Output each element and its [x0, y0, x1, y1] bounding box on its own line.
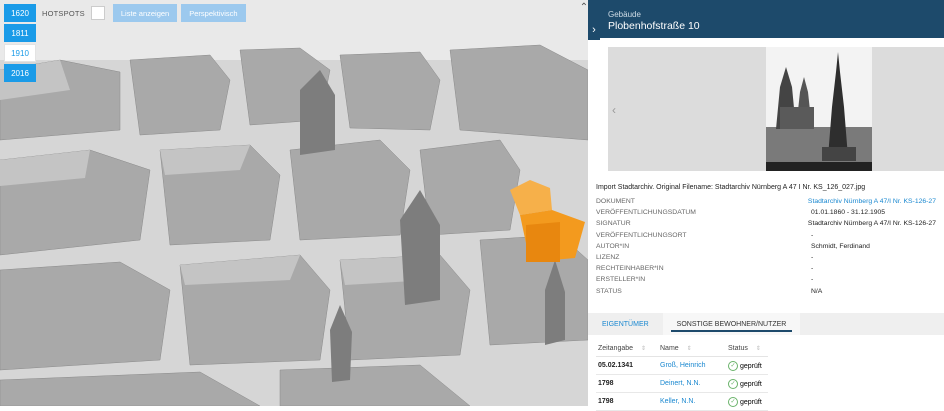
- detail-row: STATUS N/A: [596, 286, 936, 297]
- detail-row: VERÖFFENTLICHUNGSORT -: [596, 230, 936, 241]
- check-circle-icon: ✓: [728, 378, 738, 389]
- detail-key: ERSTELLER*IN: [596, 276, 646, 284]
- detail-row: VERÖFFENTLICHUNGSDATUM 01.01.1860 - 31.1…: [596, 207, 936, 218]
- column-header-zeitangabe[interactable]: Zeitangabe ⇕: [596, 340, 658, 357]
- status-text: geprüft: [740, 362, 762, 370]
- table-header-row: Zeitangabe ⇕ Name ⇕ Status ⇕: [596, 340, 768, 357]
- name-link[interactable]: Keller, N.N.: [658, 392, 726, 411]
- table-row: 1798 Deinert, N.N. ✓ geprüft: [596, 374, 768, 393]
- status-cell: ✓ geprüft: [726, 356, 768, 375]
- detail-key: STATUS: [596, 287, 622, 295]
- column-header-name[interactable]: Name ⇕: [658, 340, 726, 357]
- status-cell: ✓ geprüft: [726, 374, 768, 393]
- chevron-right-icon[interactable]: ›: [588, 20, 600, 40]
- info-panel: Gebäude Plobenhofstraße 10 › ‹ Import St…: [588, 0, 944, 411]
- zeitangabe-cell: 05.02.1341: [596, 356, 658, 375]
- show-list-button[interactable]: Liste anzeigen: [112, 4, 178, 22]
- detail-key: DOKUMENT: [596, 198, 635, 206]
- panel-subtitle: Gebäude: [608, 10, 641, 19]
- detail-row: ERSTELLER*IN -: [596, 274, 936, 285]
- map-toolbar: HOTSPOTS Liste anzeigen Perspektivisch: [42, 4, 246, 22]
- status-cell: ✓ geprüft: [726, 392, 768, 411]
- sort-icon[interactable]: ⇕: [756, 346, 761, 352]
- city-model[interactable]: [0, 0, 588, 406]
- detail-row: LIZENZ -: [596, 252, 936, 263]
- sort-icon[interactable]: ⇕: [687, 346, 692, 352]
- panel-title: Plobenhofstraße 10: [608, 20, 700, 32]
- detail-key: AUTOR*IN: [596, 242, 630, 250]
- detail-value: -: [811, 265, 814, 273]
- document-details: DOKUMENT Stadtarchiv Nürnberg A 47/I Nr.…: [596, 196, 936, 297]
- table-row: 05.02.1341 Groß, Heinrich ✓ geprüft: [596, 356, 768, 375]
- status-text: geprüft: [740, 380, 762, 388]
- detail-row: AUTOR*IN Schmidt, Ferdinand: [596, 241, 936, 252]
- detail-value: -: [811, 254, 814, 262]
- residents-table: Zeitangabe ⇕ Name ⇕ Status ⇕ 05.02.1341 Gro…: [596, 340, 768, 411]
- zeitangabe-cell: 1798: [596, 374, 658, 393]
- city-3d-view[interactable]: 1620 1811 1910 2016 HOTSPOTS Liste anzei…: [0, 0, 588, 406]
- document-link[interactable]: Stadtarchiv Nürnberg A 47/I Nr. KS-126-2…: [808, 198, 936, 205]
- detail-value: Stadtarchiv Nürnberg A 47/I Nr. KS-126-2…: [807, 220, 936, 228]
- check-circle-icon: ✓: [728, 360, 738, 371]
- name-link[interactable]: Deinert, N.N.: [658, 374, 726, 393]
- image-gallery[interactable]: ‹: [608, 47, 944, 171]
- sort-icon[interactable]: ⇕: [641, 346, 646, 352]
- year-1811-button[interactable]: 1811: [4, 24, 36, 42]
- chevron-up-icon[interactable]: ⌃: [578, 2, 588, 13]
- detail-value: 01.01.1860 - 31.12.1905: [811, 209, 886, 217]
- detail-key: SIGNATUR: [596, 220, 631, 228]
- detail-value: -: [811, 231, 814, 239]
- detail-key: RECHTEINHABER*IN: [596, 265, 664, 273]
- detail-value: N/A: [811, 287, 823, 295]
- panel-header: Gebäude Plobenhofstraße 10 ›: [588, 0, 944, 40]
- zeitangabe-cell: 1798: [596, 392, 658, 411]
- detail-key: VERÖFFENTLICHUNGSORT: [596, 231, 687, 239]
- detail-row: SIGNATUR Stadtarchiv Nürnberg A 47/I Nr.…: [596, 218, 936, 229]
- table-row: 1798 Keller, N.N. ✓ geprüft: [596, 392, 768, 411]
- historic-photo: [766, 47, 872, 171]
- detail-key: VERÖFFENTLICHUNGSDATUM: [596, 209, 696, 217]
- perspective-button[interactable]: Perspektivisch: [181, 4, 246, 22]
- tab-sonstige-bewohner[interactable]: SONSTIGE BEWOHNER/NUTZER: [662, 313, 801, 335]
- chevron-left-icon[interactable]: ‹: [612, 103, 616, 117]
- detail-key: LIZENZ: [596, 254, 620, 262]
- year-1910-button[interactable]: 1910: [4, 44, 36, 62]
- tab-eigentuemer[interactable]: EIGENTÜMER: [588, 313, 663, 335]
- year-2016-button[interactable]: 2016: [4, 64, 36, 82]
- check-circle-icon: ✓: [728, 396, 738, 407]
- detail-row: RECHTEINHABER*IN -: [596, 263, 936, 274]
- detail-value: -: [811, 276, 814, 284]
- status-text: geprüft: [740, 398, 762, 406]
- panel-tabs: EIGENTÜMER SONSTIGE BEWOHNER/NUTZER: [588, 313, 944, 335]
- image-caption: Import Stadtarchiv. Original Filename: S…: [596, 184, 866, 191]
- hotspots-checkbox[interactable]: [90, 6, 105, 20]
- year-selector: 1620 1811 1910 2016: [4, 4, 36, 82]
- detail-row: DOKUMENT Stadtarchiv Nürnberg A 47/I Nr.…: [596, 196, 936, 207]
- year-1620-button[interactable]: 1620: [4, 4, 36, 22]
- name-link[interactable]: Groß, Heinrich: [658, 356, 726, 375]
- detail-value: Schmidt, Ferdinand: [811, 242, 870, 250]
- hotspots-label: HOTSPOTS: [42, 8, 85, 18]
- column-header-status[interactable]: Status ⇕: [726, 340, 768, 357]
